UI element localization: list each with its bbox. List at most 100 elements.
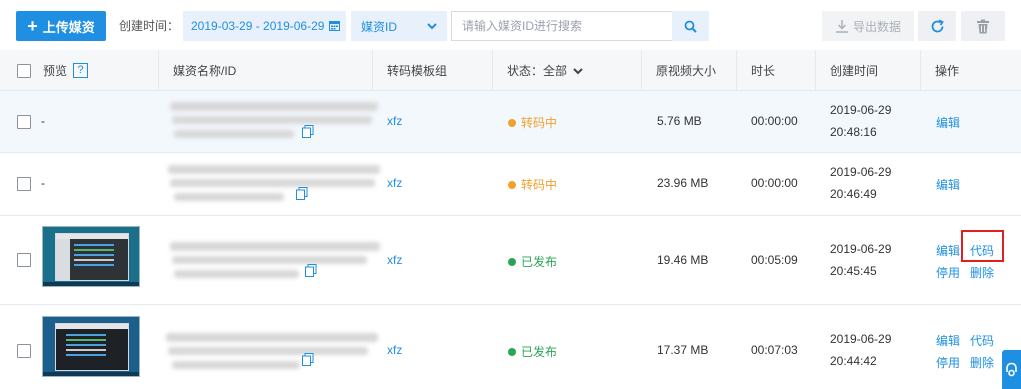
header-name-label: 媒资名称/ID [173,64,237,78]
calendar-icon [329,21,340,31]
row-checkbox[interactable] [17,115,31,129]
status-badge: 转码中 [508,176,557,193]
code-link[interactable]: 代码 [970,332,994,349]
media-table: 预览 ? 媒资名称/ID 转码模板组 状态：全部 原视频大小 时长 创建时间 操… [0,50,1021,377]
status-badge: 已发布 [508,253,557,270]
export-data-label: 导出数据 [852,19,901,34]
media-name-redacted [162,329,382,373]
date-range-value: 2019-03-29 - 2019-06-29 [191,19,325,33]
delete-button[interactable] [961,11,1005,41]
duration: 00:00:00 [751,114,798,128]
delete-link[interactable]: 删除 [970,264,994,281]
edit-link[interactable]: 编辑 [936,242,960,259]
table-row: xfz 已发布 17.37 MB 00:07:03 2019-06-29 20:… [0,305,1021,389]
status-dot [508,257,516,266]
header-status-label: 状态：全部 [507,64,568,78]
date-range-picker[interactable]: 2019-03-29 - 2019-06-29 [183,11,346,41]
search-input[interactable] [451,11,673,41]
header-actions-label: 操作 [935,64,960,78]
preview-placeholder: - [41,176,45,190]
duration: 00:00:00 [751,176,798,190]
search-field-select[interactable]: 媒资ID [351,11,447,41]
header-size-label: 原视频大小 [656,64,717,78]
status-dot [508,347,516,356]
created-time: 2019-06-29 20:45:45 [830,238,891,282]
table-row: - xfz 转码中 5.76 MB 00:00:00 2019-06-29 20… [0,91,1021,153]
search-button[interactable] [672,11,709,41]
header-template: 转码模板组 [372,50,492,91]
created-date: 2019-06-29 [830,165,892,179]
table-header: 预览 ? 媒资名称/ID 转码模板组 状态：全部 原视频大小 时长 创建时间 操… [0,50,1021,91]
template-link[interactable]: xfz [387,343,402,357]
status-badge: 已发布 [508,343,557,360]
created-date: 2019-06-29 [830,332,892,346]
file-size: 17.37 MB [657,343,709,357]
created-clock: 20:45:45 [830,264,877,278]
duration: 00:07:03 [751,343,798,357]
download-icon [835,20,848,33]
highlight-box [961,230,1004,262]
status-dot [508,180,516,189]
created-time: 2019-06-29 20:46:49 [830,161,891,205]
header-template-label: 转码模板组 [387,64,448,78]
template-link[interactable]: xfz [387,114,402,128]
select-all-checkbox[interactable] [17,63,31,78]
copy-icon[interactable] [305,264,317,277]
created-date: 2019-06-29 [830,242,892,256]
upload-media-button[interactable]: + 上传媒资 [16,11,106,41]
search-field-value: 媒资ID [361,19,398,34]
status-dot [508,118,516,127]
upload-media-label: 上传媒资 [42,19,95,35]
video-thumbnail[interactable] [42,226,140,287]
created-time-label: 创建时间： [119,19,180,33]
refresh-icon [931,19,944,32]
created-clock: 20:44:42 [830,354,877,368]
service-icon [1006,362,1017,377]
created-clock: 20:46:49 [830,187,877,201]
header-size: 原视频大小 [641,50,736,91]
status-text: 已发布 [521,345,558,359]
table-row: xfz 已发布 19.46 MB 00:05:09 2019-06-29 20:… [0,216,1021,305]
trash-icon [977,19,989,33]
help-icon[interactable]: ? [73,63,89,78]
status-text: 转码中 [521,116,558,130]
export-data-button[interactable]: 导出数据 [822,11,914,41]
copy-icon[interactable] [302,353,314,366]
edit-link[interactable]: 编辑 [936,332,960,349]
template-link[interactable]: xfz [387,253,402,267]
file-size: 19.46 MB [657,253,709,267]
header-duration: 时长 [736,50,815,91]
delete-link[interactable]: 删除 [970,354,994,371]
header-select-all: 预览 ? [17,50,89,91]
template-link[interactable]: xfz [387,176,402,190]
video-thumbnail[interactable] [42,316,140,377]
service-side-tab[interactable] [1002,350,1021,389]
header-status-filter[interactable]: 状态：全部 [492,50,641,91]
media-name-redacted [162,99,382,143]
disable-link[interactable]: 停用 [936,354,960,371]
header-created: 创建时间 [815,50,920,91]
media-name-redacted [162,161,382,205]
chevron-down-icon [573,67,583,74]
created-time: 2019-06-29 20:48:16 [830,99,891,143]
search-icon [684,20,697,33]
row-checkbox[interactable] [17,253,31,267]
refresh-button[interactable] [918,11,956,41]
row-checkbox[interactable] [17,177,31,191]
media-name-redacted [162,238,382,282]
duration: 00:05:09 [751,253,798,267]
edit-link[interactable]: 编辑 [936,114,960,131]
header-name: 媒资名称/ID [158,50,372,91]
file-size: 5.76 MB [657,114,702,128]
copy-icon[interactable] [302,125,314,138]
header-preview: 预览 [43,64,68,78]
copy-icon[interactable] [296,187,308,200]
edit-link[interactable]: 编辑 [936,176,960,193]
header-duration-label: 时长 [751,64,776,78]
file-size: 23.96 MB [657,176,709,190]
disable-link[interactable]: 停用 [936,264,960,281]
preview-placeholder: - [41,114,45,128]
chevron-down-icon [427,23,437,30]
created-clock: 20:48:16 [830,125,877,139]
row-checkbox[interactable] [17,344,31,358]
